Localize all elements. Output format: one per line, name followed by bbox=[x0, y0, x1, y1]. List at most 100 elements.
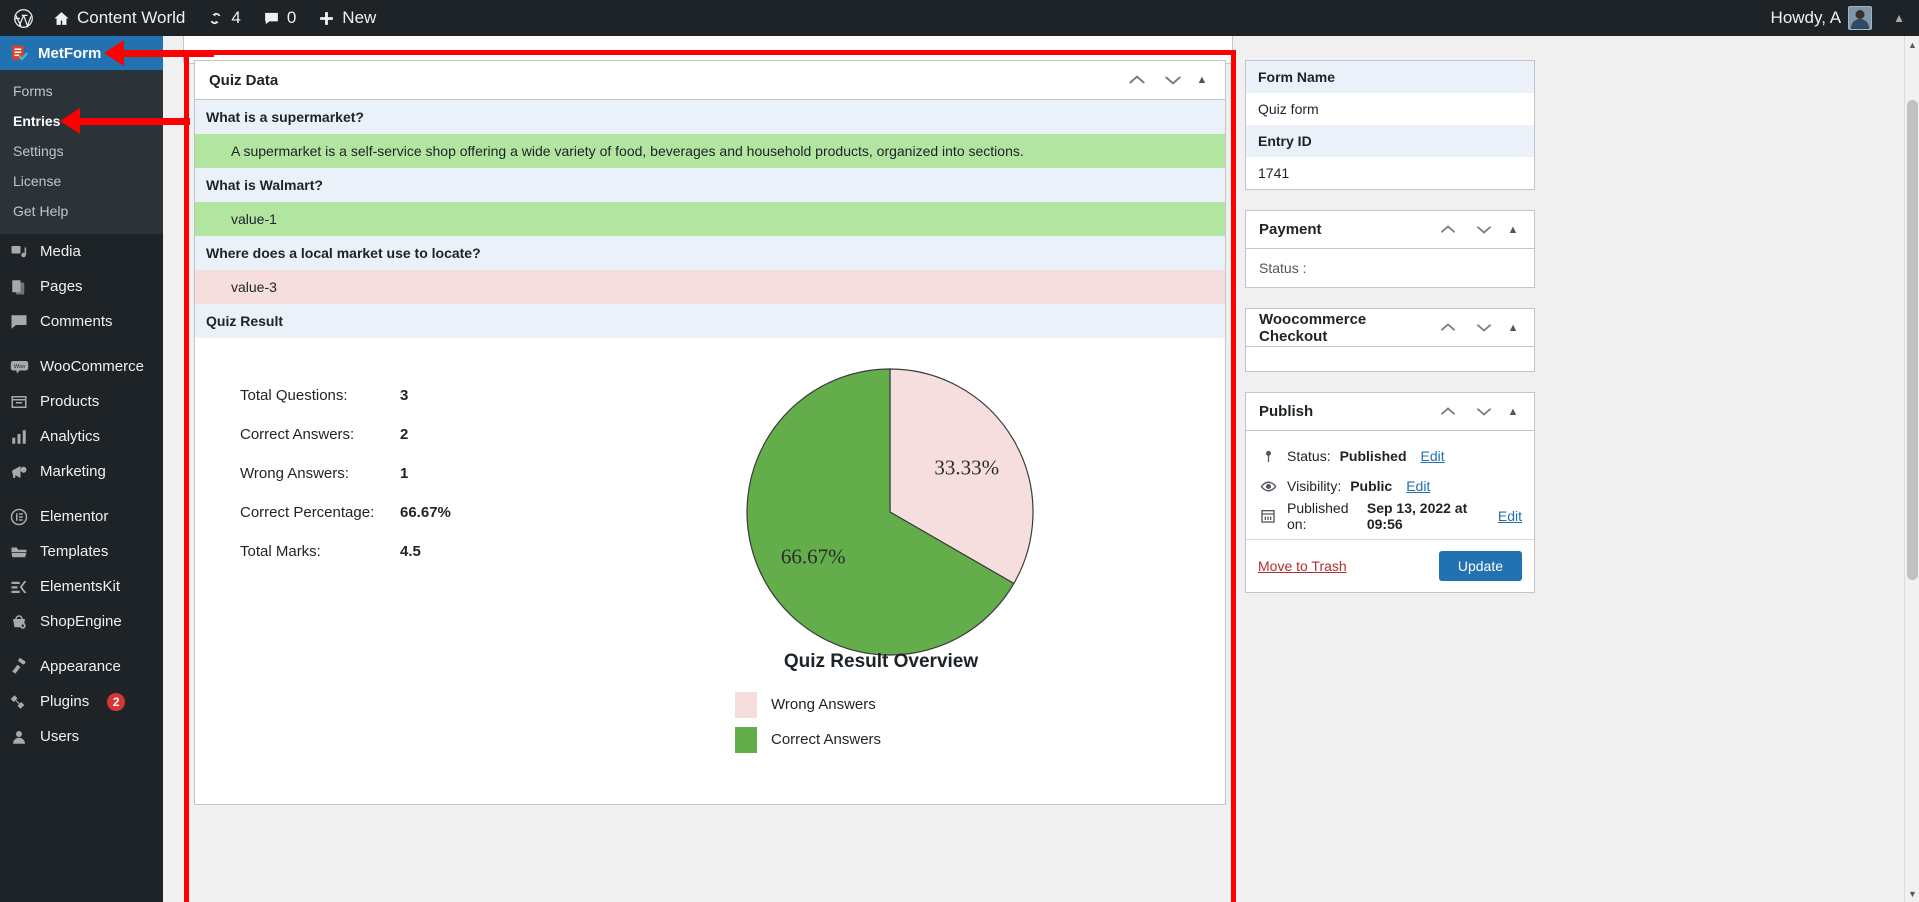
legend-label: Correct Answers bbox=[771, 731, 882, 748]
update-button[interactable]: Update bbox=[1438, 551, 1522, 581]
sidebar-item-analytics[interactable]: Analytics bbox=[0, 419, 163, 454]
new-content-button[interactable]: New bbox=[307, 0, 387, 36]
answer-text: value-1 bbox=[195, 202, 1225, 236]
plugins-update-badge: 2 bbox=[107, 692, 126, 711]
pie-chart-svg: 33.33% 66.67% bbox=[746, 368, 1034, 656]
sidebar-item-label: ShopEngine bbox=[40, 613, 122, 630]
payment-box: Payment ▲ Status : bbox=[1245, 210, 1535, 288]
move-down-button[interactable] bbox=[1474, 220, 1494, 240]
scrollbar-thumb[interactable] bbox=[1907, 100, 1918, 580]
stat-value: 3 bbox=[400, 387, 409, 404]
metform-submenu: Forms Entries Settings License Get Help bbox=[0, 70, 163, 234]
legend-item[interactable]: Correct Answers bbox=[735, 722, 1225, 757]
quiz-data-postbox: Quiz Data ▲ What is a supermarket? A sup… bbox=[194, 60, 1226, 805]
scroll-up-arrow[interactable]: ▲ bbox=[1905, 36, 1919, 53]
scroll-down-arrow[interactable]: ▼ bbox=[1905, 885, 1919, 902]
toggle-panel-button[interactable]: ▲ bbox=[1189, 74, 1215, 86]
answer-text: value-3 bbox=[195, 270, 1225, 304]
legend-item[interactable]: Wrong Answers bbox=[735, 687, 1225, 722]
sidebar-item-plugins[interactable]: Plugins 2 bbox=[0, 684, 163, 719]
move-down-button[interactable] bbox=[1474, 318, 1494, 338]
sidebar-item-elementskit[interactable]: ElementsKit bbox=[0, 569, 163, 604]
publish-box: Publish ▲ Status: Published Edit Visibil… bbox=[1245, 392, 1535, 593]
sidebar-item-label: ElementsKit bbox=[40, 578, 121, 595]
side-column: Form Name Quiz form Entry ID 1741 Paymen… bbox=[1245, 60, 1535, 613]
sidebar-item-woocommerce[interactable]: Woo WooCommerce bbox=[0, 349, 163, 384]
pin-icon bbox=[1258, 449, 1278, 464]
stat-label: Total Marks: bbox=[240, 543, 321, 560]
sidebar-item-users[interactable]: Users bbox=[0, 719, 163, 754]
comments-count: 0 bbox=[286, 8, 297, 27]
sidebar-divider bbox=[0, 639, 163, 649]
sidebar-item-marketing[interactable]: Marketing bbox=[0, 454, 163, 489]
edit-date-link[interactable]: Edit bbox=[1498, 508, 1522, 524]
sidebar-item-label: Media bbox=[40, 243, 81, 260]
submenu-item-settings[interactable]: Settings bbox=[0, 136, 163, 166]
sidebar-item-products[interactable]: Products bbox=[0, 384, 163, 419]
move-up-button[interactable] bbox=[1127, 70, 1147, 90]
edit-visibility-link[interactable]: Edit bbox=[1406, 478, 1430, 494]
home-icon bbox=[54, 11, 69, 25]
stat-row: Correct Percentage: 66.67% bbox=[240, 504, 625, 543]
stat-row: Total Questions: 3 bbox=[240, 387, 625, 426]
publish-date-prefix: Published on: bbox=[1287, 500, 1349, 532]
account-menu-button[interactable]: Howdy, A bbox=[1760, 0, 1884, 36]
updates-button[interactable]: 4 bbox=[196, 0, 251, 36]
submenu-item-forms[interactable]: Forms bbox=[0, 76, 163, 106]
sidebar-item-shopengine[interactable]: ShopEngine bbox=[0, 604, 163, 639]
edit-status-link[interactable]: Edit bbox=[1421, 448, 1445, 464]
quiz-pie-chart: 33.33% 66.67% Quiz Result Overview Wrong … bbox=[625, 362, 1225, 804]
legend-label: Wrong Answers bbox=[771, 696, 876, 713]
sidebar-item-comments[interactable]: Comments bbox=[0, 304, 163, 339]
wordpress-icon bbox=[14, 8, 33, 28]
move-down-button[interactable] bbox=[1474, 402, 1494, 422]
answer-text: A supermarket is a self-service shop off… bbox=[195, 134, 1225, 168]
quiz-data-header: Quiz Data ▲ bbox=[195, 61, 1225, 100]
stat-value: 1 bbox=[400, 465, 409, 482]
form-info-box: Form Name Quiz form Entry ID 1741 bbox=[1245, 60, 1535, 190]
toggle-panel-button[interactable]: ▲ bbox=[1500, 224, 1526, 236]
collapse-caret-icon[interactable]: ▲ bbox=[1893, 11, 1909, 25]
updates-icon bbox=[210, 12, 221, 24]
stat-row: Correct Answers: 2 bbox=[240, 426, 625, 465]
site-name-button[interactable]: Content World bbox=[42, 0, 196, 36]
question-text: What is a supermarket? bbox=[195, 100, 1225, 134]
sidebar-item-templates[interactable]: Templates bbox=[0, 534, 163, 569]
move-to-trash-link[interactable]: Move to Trash bbox=[1258, 558, 1347, 574]
move-up-button[interactable] bbox=[1438, 318, 1458, 338]
sidebar-item-elementor[interactable]: Elementor bbox=[0, 499, 163, 534]
sidebar-item-media[interactable]: Media bbox=[0, 234, 163, 269]
sidebar-item-pages[interactable]: Pages bbox=[0, 269, 163, 304]
question-text: What is Walmart? bbox=[195, 168, 1225, 202]
elementor-icon bbox=[9, 507, 29, 527]
toggle-panel-button[interactable]: ▲ bbox=[1500, 406, 1526, 418]
sidebar-item-label: Comments bbox=[40, 313, 113, 330]
move-up-button[interactable] bbox=[1438, 220, 1458, 240]
chart-title: Quiz Result Overview bbox=[783, 651, 979, 672]
woocommerce-title: Woocommerce Checkout bbox=[1259, 310, 1367, 345]
legend-swatch-correct bbox=[735, 726, 757, 753]
toggle-panel-button[interactable]: ▲ bbox=[1500, 322, 1526, 334]
publish-status-value: Published bbox=[1339, 448, 1407, 464]
entry-id-key: Entry ID bbox=[1246, 125, 1534, 157]
stat-row: Wrong Answers: 1 bbox=[240, 465, 625, 504]
comments-icon bbox=[9, 312, 29, 332]
answer-row: value-3 bbox=[195, 270, 1225, 304]
move-up-button[interactable] bbox=[1438, 402, 1458, 422]
annotation-arrow-entries bbox=[60, 108, 190, 134]
comments-button[interactable]: 0 bbox=[252, 0, 307, 36]
submenu-item-get-help[interactable]: Get Help bbox=[0, 196, 163, 226]
submenu-item-license[interactable]: License bbox=[0, 166, 163, 196]
sidebar-item-label: Appearance bbox=[40, 658, 121, 675]
updates-count: 4 bbox=[231, 8, 241, 27]
sidebar-current-label: MetForm bbox=[38, 44, 102, 62]
publish-date-value: Sep 13, 2022 at 09:56 bbox=[1366, 500, 1468, 532]
publish-title: Publish bbox=[1259, 403, 1314, 420]
quiz-stats-list: Total Questions: 3 Correct Answers: 2 Wr… bbox=[195, 362, 625, 804]
stat-row: Total Marks: 4.5 bbox=[240, 543, 625, 582]
wordpress-logo-button[interactable] bbox=[0, 0, 42, 36]
sidebar-item-appearance[interactable]: Appearance bbox=[0, 649, 163, 684]
page-scrollbar[interactable]: ▲ ▼ bbox=[1904, 36, 1919, 902]
question-row: Where does a local market use to locate? bbox=[195, 236, 1225, 270]
move-down-button[interactable] bbox=[1163, 70, 1183, 90]
